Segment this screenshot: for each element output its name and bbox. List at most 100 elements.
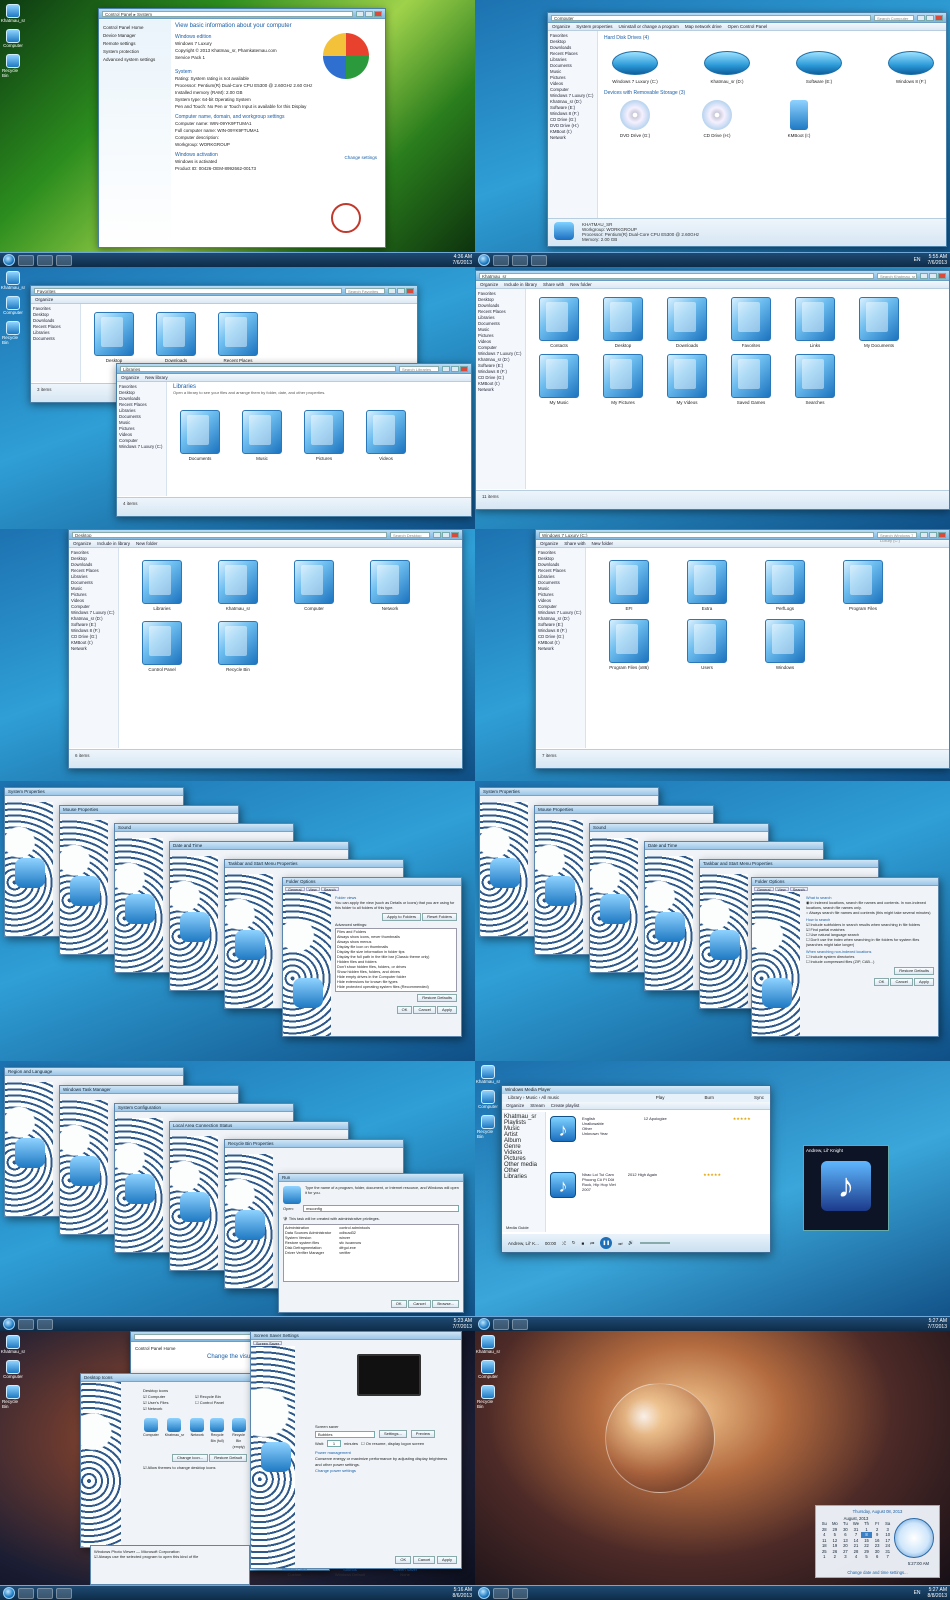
drive-c[interactable]: Windows 7 Luxury (C:) (610, 41, 660, 84)
nav-item[interactable]: Other Libraries (504, 1168, 543, 1180)
change-datetime-link[interactable]: Change date and time settings... (816, 1570, 939, 1575)
screen-saver-link[interactable]: Screen Saver None (393, 1567, 417, 1577)
folder-item[interactable]: Program Files (838, 560, 888, 611)
nav-item[interactable]: Network (478, 387, 523, 393)
folder-item[interactable]: Favorites (726, 297, 776, 348)
advanced-option[interactable]: Hide protected operating system files (R… (337, 985, 455, 990)
close-button[interactable] (460, 365, 468, 372)
folder-item[interactable]: Searches (790, 354, 840, 405)
address-bar[interactable]: Favorites (34, 287, 342, 294)
volume-icon[interactable]: 🔊 (628, 1240, 634, 1246)
settings-button[interactable]: Settings... (379, 1430, 407, 1438)
apply-button[interactable]: Apply (436, 1556, 457, 1564)
ok-button[interactable]: OK (873, 978, 890, 986)
restore-defaults-button[interactable]: Restore Defaults (894, 967, 934, 975)
apply-to-folders-button[interactable]: Apply to Folders (382, 913, 422, 921)
minimize-button[interactable] (442, 365, 450, 372)
address-bar[interactable]: Desktop (72, 531, 387, 538)
map-drive-button[interactable]: Map network drive (685, 24, 722, 29)
taskbar-app[interactable] (37, 254, 53, 266)
sidebar-remote[interactable]: Remote settings (103, 40, 167, 48)
calendar-day[interactable]: 6 (872, 1554, 883, 1560)
tab-search[interactable]: Search (789, 887, 808, 892)
minimize-button[interactable] (433, 531, 441, 538)
desktop-icon-preview[interactable]: Recycle Bin (empty) (230, 1418, 247, 1450)
organize-button[interactable]: Organize (506, 1103, 524, 1108)
allow-themes-check[interactable]: ☑ Allow themes to change desktop icons (143, 1465, 247, 1471)
wait-spinner[interactable]: 1 (326, 1440, 341, 1447)
tab-search[interactable]: Search (320, 887, 339, 892)
rating-stars[interactable]: ★★★★★ (733, 1116, 751, 1142)
folder-item[interactable]: Links (790, 297, 840, 348)
album-1[interactable]: ♪ English Unallowable Other Unknown Year 12… (550, 1116, 751, 1142)
maximize-button[interactable] (926, 14, 934, 21)
desktop-icon-computer[interactable]: Computer (477, 1090, 499, 1109)
calendar-day[interactable]: 1 (819, 1554, 830, 1560)
breadcrumb[interactable]: Library › Music › All music (508, 1094, 559, 1102)
preview-button[interactable]: Preview (410, 1430, 436, 1438)
desktop-icon-preview[interactable]: Recycle Bin (full) (210, 1418, 225, 1450)
new-folder-button[interactable]: New folder (592, 541, 614, 546)
taskbar-app[interactable] (512, 254, 528, 266)
folder-item[interactable]: Contacts (534, 297, 584, 348)
start-button[interactable] (3, 254, 15, 266)
desktop-icon-recycle[interactable]: Recycle Bin (477, 1115, 499, 1139)
lib-music[interactable]: Music (237, 410, 287, 461)
drive-i[interactable]: KMBoot (I:) (774, 100, 824, 138)
search-input[interactable]: Search Libraries (399, 365, 439, 372)
search-input[interactable]: Search Computer (874, 14, 914, 21)
taskbar-app[interactable] (37, 1587, 53, 1599)
language-indicator[interactable]: EN (914, 257, 921, 263)
next-icon[interactable]: ⏭ (618, 1241, 622, 1246)
start-button[interactable] (478, 1587, 490, 1599)
address-bar[interactable]: Control Panel ▸ System (102, 10, 353, 17)
taskbar-app[interactable] (512, 1318, 528, 1330)
tab-burn[interactable]: Burn (704, 1094, 714, 1102)
nav-item[interactable]: Network (538, 646, 583, 652)
desktop-icon-computer[interactable]: Computer (2, 29, 24, 48)
shuffle-icon[interactable]: ⤮ (562, 1241, 566, 1246)
new-folder-button[interactable]: New folder (136, 541, 158, 546)
desktop-icon-user[interactable]: Khatmau_sr (1, 1335, 25, 1354)
hs-option-4[interactable]: ☐ Don't use the index when searching in … (806, 938, 934, 948)
folder-item[interactable]: Program Files (x86) (604, 619, 654, 670)
nav-item[interactable]: Windows 7 Luxury (C:) (119, 444, 164, 450)
organize-button[interactable]: Organize (552, 24, 570, 29)
tab-general[interactable]: General (754, 887, 774, 892)
window-color-link[interactable]: Window Color Custom (282, 1567, 307, 1577)
restore-defaults-button[interactable]: Restore Defaults (417, 994, 457, 1002)
folder-item[interactable]: My Documents (854, 297, 904, 348)
taskbar-app[interactable] (18, 254, 34, 266)
folder-item[interactable]: Desktop (598, 297, 648, 348)
desktop-icon-computer[interactable]: Computer (2, 1360, 24, 1379)
folder-item[interactable]: Network (365, 560, 415, 611)
calendar-day[interactable]: 7 (882, 1554, 893, 1560)
tab-play[interactable]: Play (656, 1094, 665, 1102)
screen-saver-select[interactable]: Bubbles (315, 1430, 375, 1438)
minimize-button[interactable] (920, 272, 928, 279)
taskbar-app[interactable] (512, 1587, 528, 1599)
calendar-day[interactable]: 5 (861, 1554, 872, 1560)
start-button[interactable] (478, 1318, 490, 1330)
taskbar-app[interactable] (18, 1318, 34, 1330)
change-settings-link[interactable]: Change settings (344, 155, 377, 160)
drive-f[interactable]: Windows 8 (F:) (886, 41, 936, 84)
tray-clock[interactable]: 5:27 AM 7/7/2013 (928, 1318, 947, 1330)
desktop-icon-computer[interactable]: Computer (2, 296, 24, 315)
language-indicator[interactable]: EN (914, 1590, 921, 1596)
organize-button[interactable]: Organize (35, 297, 53, 302)
lib-videos[interactable]: Videos (361, 410, 411, 461)
close-button[interactable] (451, 531, 459, 538)
taskbar-app[interactable] (56, 254, 72, 266)
close-button[interactable] (935, 14, 943, 21)
folder-item[interactable]: My Pictures (598, 354, 648, 405)
folder-item[interactable]: Control Panel (137, 621, 187, 672)
power-settings-link[interactable]: Change power settings (315, 1468, 455, 1474)
tray-clock[interactable]: 5:23 AM 7/7/2013 (453, 1318, 472, 1330)
include-library-button[interactable]: Include in library (504, 282, 537, 287)
organize-button[interactable]: Organize (73, 541, 91, 546)
folder-item[interactable]: Extra (682, 560, 732, 611)
ok-button[interactable]: OK (390, 1300, 407, 1308)
folder-item[interactable]: Windows (760, 619, 810, 670)
drive-d[interactable]: Khatmau_sr (D:) (702, 41, 752, 84)
